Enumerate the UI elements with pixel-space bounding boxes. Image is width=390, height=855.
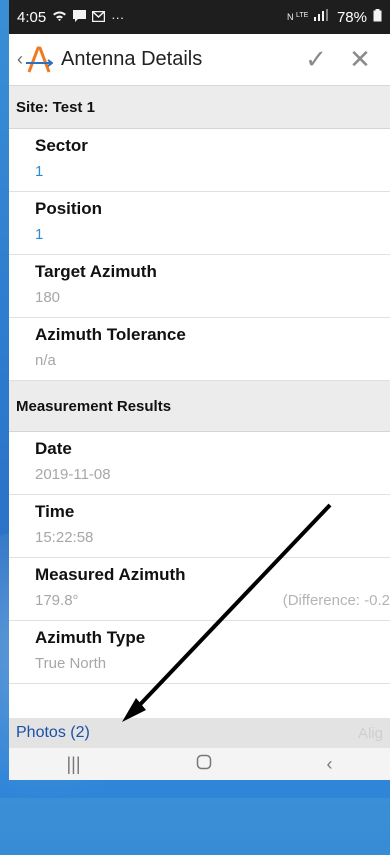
field-value: 2019-11-08 bbox=[35, 466, 111, 483]
field-value: 15:22:58 bbox=[35, 529, 94, 546]
field-label: Time bbox=[35, 502, 75, 521]
field-measured-azimuth: Measured Azimuth 179.8° (Difference: -0.… bbox=[9, 558, 390, 621]
field-value[interactable]: 1 bbox=[35, 226, 390, 254]
status-bar: 4:05 ··· N LTE 78% bbox=[9, 0, 390, 34]
recents-icon[interactable]: ||| bbox=[66, 754, 80, 775]
field-time: Time 15:22:58 bbox=[9, 495, 390, 558]
field-label: Target Azimuth bbox=[35, 262, 157, 281]
system-nav-bar: ||| ‹ bbox=[9, 748, 390, 780]
back-chevron-icon[interactable]: ‹ bbox=[17, 49, 23, 70]
field-value-row: 179.8° (Difference: -0.2 bbox=[35, 592, 390, 620]
site-header: Site: Test 1 bbox=[9, 86, 390, 129]
field-label: Sector bbox=[35, 136, 88, 155]
field-value[interactable]: 1 bbox=[35, 163, 390, 191]
app-logo-icon bbox=[26, 46, 53, 73]
field-azimuth-type: Azimuth Type True North bbox=[9, 621, 390, 684]
message-icon bbox=[73, 9, 87, 25]
field-target-azimuth: Target Azimuth 180 bbox=[9, 255, 390, 318]
photos-link[interactable]: Photos (2) bbox=[16, 724, 90, 742]
field-label: Date bbox=[35, 439, 72, 458]
svg-text:N: N bbox=[287, 12, 294, 22]
field-label: Azimuth Tolerance bbox=[35, 325, 186, 344]
field-label: Position bbox=[35, 199, 103, 218]
align-link[interactable]: Alig bbox=[358, 725, 383, 742]
close-icon[interactable]: ✕ bbox=[338, 44, 382, 75]
field-label: Azimuth Type bbox=[35, 628, 146, 647]
status-time: 4:05 bbox=[17, 8, 47, 26]
field-value: n/a bbox=[35, 352, 56, 369]
check-icon[interactable]: ✓ bbox=[294, 44, 338, 75]
battery-percent: 78% bbox=[336, 8, 367, 26]
field-value: True North bbox=[35, 655, 107, 672]
field-sector: Sector 1 bbox=[9, 129, 390, 192]
phone-screen: 4:05 ··· N LTE 78% ‹ Antenna Details ✓ ✕… bbox=[9, 0, 390, 780]
signal-icon: N LTE bbox=[287, 9, 331, 25]
details-content: Site: Test 1 Sector 1 Position 1 Target … bbox=[9, 86, 390, 694]
field-label: Measured Azimuth bbox=[35, 565, 186, 584]
wifi-icon bbox=[52, 10, 67, 25]
field-azimuth-tolerance: Azimuth Tolerance n/a bbox=[9, 318, 390, 381]
field-position: Position 1 bbox=[9, 192, 390, 255]
app-bar: ‹ Antenna Details ✓ ✕ bbox=[9, 34, 390, 86]
home-icon[interactable] bbox=[196, 754, 212, 775]
mail-icon bbox=[91, 10, 106, 25]
measurement-header: Measurement Results bbox=[9, 381, 390, 432]
difference-text: (Difference: -0.2 bbox=[282, 592, 390, 609]
photos-bar: Photos (2) Alig bbox=[9, 718, 390, 748]
page-title: Antenna Details bbox=[61, 48, 203, 70]
back-icon[interactable]: ‹ bbox=[326, 754, 332, 775]
battery-icon bbox=[373, 9, 382, 25]
field-date: Date 2019-11-08 bbox=[9, 432, 390, 495]
field-value: 180 bbox=[35, 289, 61, 306]
svg-text:LTE: LTE bbox=[296, 12, 309, 19]
more-icon: ··· bbox=[111, 9, 125, 25]
field-value: 179.8° bbox=[35, 592, 79, 609]
